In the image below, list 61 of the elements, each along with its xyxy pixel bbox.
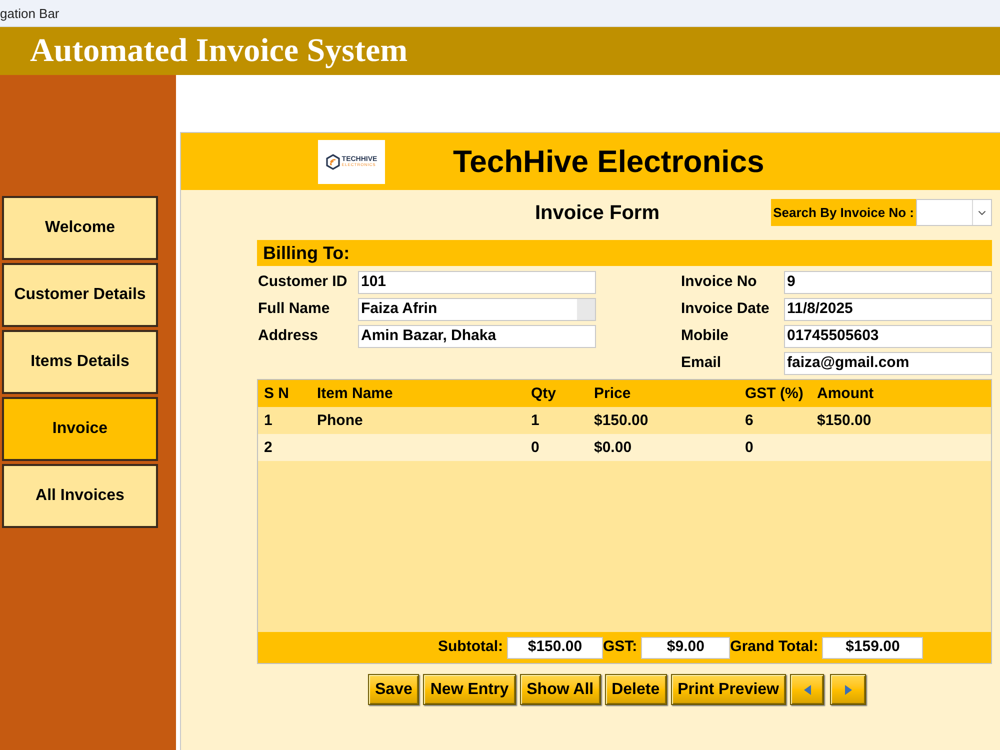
nav-button[interactable]: Invoice <box>2 397 158 461</box>
table-cell: 1 <box>264 412 272 428</box>
total-value-field: $150.00 <box>507 636 603 658</box>
input-field[interactable]: Faiza Afrin <box>358 298 596 321</box>
next-button[interactable] <box>830 674 866 705</box>
column-header: Price <box>594 384 631 402</box>
left-triangle-icon <box>804 684 810 694</box>
previous-button[interactable] <box>790 674 824 705</box>
nav-button[interactable]: Welcome <box>2 196 158 260</box>
nav-button[interactable]: Items Details <box>2 330 158 394</box>
field-value: Amin Bazar, Dhaka <box>360 326 498 346</box>
action-button[interactable]: New Entry <box>423 674 516 705</box>
input-field[interactable]: 101 <box>358 271 596 294</box>
section-heading: Billing To: <box>257 240 992 266</box>
nav-button[interactable]: All Invoices <box>2 464 158 528</box>
column-header: Amount <box>817 384 874 402</box>
search-label: Search By Invoice No : <box>771 199 916 226</box>
input-field[interactable]: faiza@gmail.com <box>784 352 992 375</box>
input-field[interactable]: 9 <box>784 271 992 294</box>
field-label: Invoice Date <box>681 299 770 320</box>
table-cell: 1 <box>531 412 540 428</box>
column-header: GST (%) <box>745 384 804 402</box>
action-button[interactable]: Show All <box>520 674 601 705</box>
table-cell: 6 <box>745 412 754 428</box>
hexagon-logo-icon <box>326 154 340 170</box>
input-field[interactable]: 01745505603 <box>784 325 992 348</box>
app-title: Automated Invoice System <box>30 34 408 68</box>
field-label: Address <box>257 326 320 346</box>
field-label: Email <box>681 353 722 374</box>
tab-title: gation Bar <box>0 6 60 20</box>
table-cell: Phone <box>317 412 363 428</box>
field-value: Faiza Afrin <box>360 299 438 320</box>
input-field[interactable]: Amin Bazar, Dhaka <box>358 325 596 348</box>
total-value-field: $9.00 <box>641 636 730 658</box>
field-label: Mobile <box>681 326 730 346</box>
table-cell: 2 <box>264 438 272 456</box>
field-label: Customer ID <box>257 272 348 292</box>
total-label: Grand Total: <box>730 637 820 658</box>
column-header: S N <box>264 384 290 402</box>
total-label: GST: <box>603 637 638 658</box>
form-title: Invoice Form <box>535 202 660 222</box>
field-label: Invoice No <box>681 272 758 292</box>
table-cell: $0.00 <box>594 438 632 456</box>
table-cell: $150.00 <box>594 412 648 428</box>
total-label: Subtotal: <box>438 637 504 658</box>
table-cell: $150.00 <box>817 412 872 428</box>
input-field[interactable]: 11/8/2025 <box>784 298 992 321</box>
column-header: Qty <box>531 384 556 402</box>
total-value-field: $159.00 <box>822 636 924 658</box>
right-triangle-icon <box>844 684 852 694</box>
field-value: 101 <box>360 272 388 292</box>
field-label: Full Name <box>257 299 331 320</box>
table-cell: 0 <box>531 438 540 456</box>
column-header: Item Name <box>317 384 393 402</box>
action-button[interactable]: Print Preview <box>670 674 786 705</box>
table-cell: 0 <box>745 438 754 456</box>
nav-button[interactable]: Customer Details <box>2 263 158 327</box>
scrollbar-stub <box>577 299 595 320</box>
action-button[interactable]: Delete <box>604 674 667 705</box>
company-name: TechHive Electronics <box>453 146 764 177</box>
action-button[interactable]: Save <box>368 674 420 705</box>
